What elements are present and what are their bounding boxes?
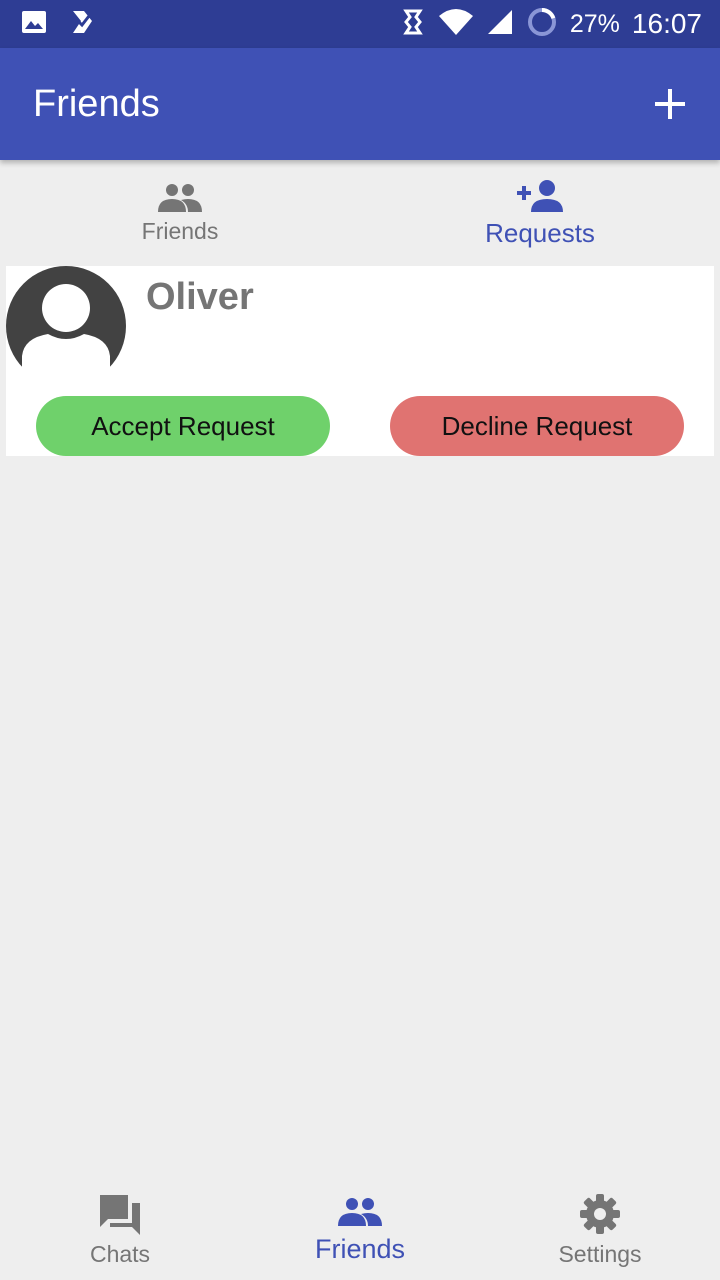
bottom-nav: Chats Friends Settings xyxy=(0,1180,720,1280)
gear-icon xyxy=(580,1193,620,1234)
wifi-icon xyxy=(438,8,474,41)
nav-friends-label: Friends xyxy=(314,1233,406,1264)
people-icon xyxy=(338,1197,382,1226)
request-name: Oliver xyxy=(146,276,254,318)
image-icon xyxy=(20,8,48,41)
nav-chats-label: Chats xyxy=(89,1240,151,1267)
status-right: 27% 16:07 xyxy=(388,6,702,43)
plus-icon xyxy=(655,89,685,119)
vibrate-icon xyxy=(400,8,426,41)
add-friend-button[interactable] xyxy=(650,84,690,124)
person-add-icon xyxy=(517,179,563,212)
friend-request-card: Oliver Accept Request Decline Request xyxy=(6,266,714,456)
tab-friends[interactable]: Friends xyxy=(0,160,360,266)
nav-item-chats[interactable]: Chats xyxy=(0,1180,240,1280)
page-title: Friends xyxy=(33,82,160,125)
app-bar: Friends xyxy=(0,48,720,160)
tab-requests-label: Requests xyxy=(485,217,595,248)
friends-tabs: Friends Requests xyxy=(0,160,720,266)
signal-icon xyxy=(486,8,514,41)
nav-item-friends[interactable]: Friends xyxy=(240,1180,480,1280)
tab-friends-label: Friends xyxy=(141,217,219,244)
battery-percent: 27% xyxy=(569,9,620,38)
status-bar: 27% 16:07 xyxy=(0,0,720,48)
decline-request-button[interactable]: Decline Request xyxy=(390,396,684,456)
chat-icon xyxy=(100,1194,140,1235)
status-left xyxy=(20,8,120,41)
task-check-icon xyxy=(70,8,98,41)
nav-item-settings[interactable]: Settings xyxy=(480,1180,720,1280)
accept-request-button[interactable]: Accept Request xyxy=(36,396,330,456)
default-avatar-icon xyxy=(6,266,126,386)
battery-ring-icon xyxy=(526,6,558,43)
avatar xyxy=(6,266,126,386)
nav-settings-label: Settings xyxy=(558,1240,642,1267)
tab-requests[interactable]: Requests xyxy=(360,160,720,266)
people-icon xyxy=(158,183,202,212)
status-time: 16:07 xyxy=(631,8,702,39)
